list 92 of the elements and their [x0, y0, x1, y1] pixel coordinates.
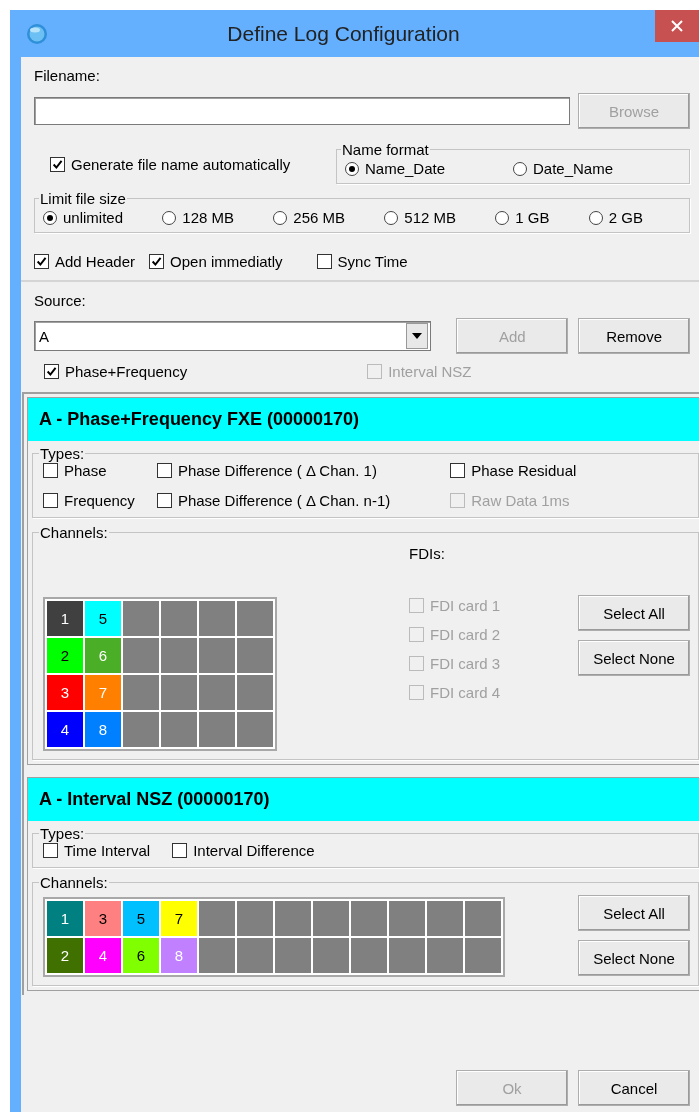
check-icon: [52, 159, 63, 170]
channel-cell[interactable]: 4: [47, 712, 83, 747]
app-icon: [26, 22, 48, 45]
empty-channel-cell[interactable]: [313, 901, 349, 936]
empty-channel-cell[interactable]: [199, 601, 235, 636]
source-type-checkbox[interactable]: Phase+Frequency: [44, 363, 188, 380]
radio-option[interactable]: 2 GB: [588, 209, 643, 226]
channel-cell[interactable]: 5: [85, 601, 121, 636]
group-title: Limit file size: [39, 190, 127, 207]
channel-cell[interactable]: 2: [47, 638, 83, 673]
empty-channel-cell[interactable]: [199, 712, 235, 747]
empty-channel-cell[interactable]: [313, 938, 349, 973]
empty-channel-cell[interactable]: [389, 938, 425, 973]
option-checkbox[interactable]: Open immediatly: [149, 253, 283, 270]
option-checkbox[interactable]: Add Header: [34, 253, 136, 270]
empty-channel-cell[interactable]: [123, 638, 159, 673]
empty-channel-cell[interactable]: [123, 675, 159, 710]
check-icon: [151, 256, 163, 267]
channel-cell[interactable]: 3: [47, 675, 83, 710]
empty-channel-cell[interactable]: [199, 638, 235, 673]
empty-channel-cell[interactable]: [237, 712, 273, 747]
empty-channel-cell[interactable]: [237, 901, 273, 936]
group-title: Channels:: [39, 874, 109, 891]
type-checkbox[interactable]: Phase Difference ( Δ Chan. n-1): [156, 492, 391, 509]
type-checkbox[interactable]: Time Interval: [43, 842, 151, 859]
check-icon: [36, 256, 47, 267]
channel-cell[interactable]: 2: [47, 938, 83, 973]
group-title: Channels:: [39, 524, 109, 541]
type-checkbox[interactable]: Phase Difference ( Δ Chan. 1): [156, 462, 391, 479]
filename-label: Filename:: [34, 67, 101, 84]
option-checkbox[interactable]: Sync Time: [316, 253, 408, 270]
empty-channel-cell[interactable]: [351, 938, 387, 973]
empty-channel-cell[interactable]: [199, 675, 235, 710]
type-checkbox[interactable]: Phase: [43, 462, 135, 479]
remove-button[interactable]: Remove: [578, 318, 690, 354]
group-title: Name format: [341, 141, 430, 158]
close-button[interactable]: [655, 10, 699, 42]
radio-option[interactable]: 512 MB: [384, 209, 457, 226]
empty-channel-cell[interactable]: [389, 901, 425, 936]
window-title: Define Log Configuration: [226, 21, 461, 46]
select-button[interactable]: Select All: [578, 895, 690, 931]
section-header: A - Interval NSZ (00000170): [28, 778, 699, 821]
channel-cell[interactable]: 7: [161, 901, 197, 936]
empty-channel-cell[interactable]: [237, 601, 273, 636]
empty-channel-cell[interactable]: [161, 675, 197, 710]
empty-channel-cell[interactable]: [237, 675, 273, 710]
radio-option[interactable]: unlimited: [43, 209, 124, 226]
empty-channel-cell[interactable]: [427, 901, 463, 936]
empty-channel-cell[interactable]: [465, 938, 501, 973]
type-checkbox[interactable]: Phase Residual: [450, 462, 577, 479]
channel-cell[interactable]: 6: [123, 938, 159, 973]
empty-channel-cell[interactable]: [123, 601, 159, 636]
radio-option[interactable]: Date_Name: [513, 160, 681, 177]
type-checkbox[interactable]: Interval Difference: [172, 842, 315, 859]
empty-channel-cell[interactable]: [161, 638, 197, 673]
empty-channel-cell[interactable]: [237, 938, 273, 973]
source-dropdown[interactable]: A: [34, 321, 432, 351]
check-icon: [46, 366, 57, 377]
empty-channel-cell[interactable]: [161, 601, 197, 636]
channel-cell[interactable]: 1: [47, 601, 83, 636]
dialog-button[interactable]: Cancel: [578, 1070, 690, 1106]
empty-channel-cell[interactable]: [199, 901, 235, 936]
type-checkbox[interactable]: Frequency: [43, 492, 135, 509]
empty-channel-cell[interactable]: [351, 901, 387, 936]
fdis-label: FDIs:: [409, 545, 446, 562]
section-header: A - Phase+Frequency FXE (00000170): [28, 398, 699, 441]
empty-channel-cell[interactable]: [275, 938, 311, 973]
radio-option[interactable]: Name_Date: [345, 160, 513, 177]
channel-cell[interactable]: 5: [123, 901, 159, 936]
close-icon: [671, 20, 683, 32]
empty-channel-cell[interactable]: [123, 712, 159, 747]
channel-cell[interactable]: 1: [47, 901, 83, 936]
select-button[interactable]: Select None: [578, 640, 690, 676]
empty-channel-cell[interactable]: [275, 901, 311, 936]
select-button[interactable]: Select None: [578, 940, 690, 976]
filename-field[interactable]: [34, 97, 570, 125]
empty-channel-cell[interactable]: [237, 638, 273, 673]
channel-cell[interactable]: 8: [85, 712, 121, 747]
radio-option[interactable]: 1 GB: [495, 209, 550, 226]
group-title: Types:: [39, 825, 86, 842]
empty-channel-cell[interactable]: [465, 901, 501, 936]
dropdown-arrow-icon: [412, 333, 423, 339]
radio-option[interactable]: 256 MB: [273, 209, 346, 226]
empty-channel-cell[interactable]: [161, 712, 197, 747]
auto-name-checkbox[interactable]: Generate file name automatically: [50, 156, 291, 173]
select-button[interactable]: Select All: [578, 595, 690, 631]
empty-channel-cell[interactable]: [427, 938, 463, 973]
empty-channel-cell[interactable]: [199, 938, 235, 973]
radio-option[interactable]: 128 MB: [162, 209, 235, 226]
source-label: Source:: [34, 292, 87, 309]
channel-cell[interactable]: 3: [85, 901, 121, 936]
group-title: Types:: [39, 445, 86, 462]
